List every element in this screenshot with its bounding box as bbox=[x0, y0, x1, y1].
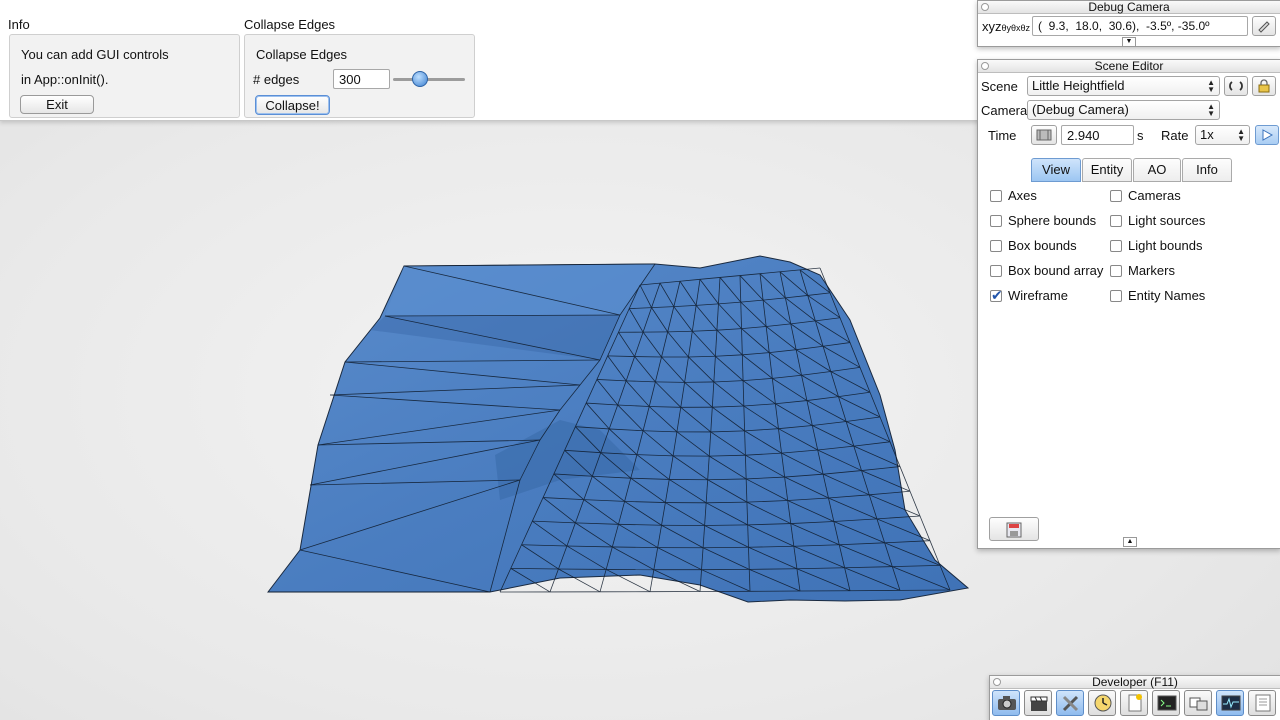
updown-arrow-icon: ▲ ▼ bbox=[1207, 102, 1215, 118]
reset-time-button[interactable] bbox=[1031, 125, 1057, 145]
reload-icon bbox=[1229, 81, 1243, 91]
rate-label: Rate bbox=[1161, 128, 1189, 143]
checkbox-label: Markers bbox=[1128, 263, 1175, 278]
edges-slider-track[interactable] bbox=[393, 78, 465, 81]
checkbox-label: Cameras bbox=[1128, 188, 1181, 203]
tab-view[interactable]: View bbox=[1031, 158, 1081, 182]
tools-button[interactable] bbox=[1056, 690, 1084, 716]
collapse-pane-title: Collapse Edges bbox=[244, 17, 336, 32]
pencil-icon bbox=[1258, 21, 1270, 33]
profiler-button[interactable] bbox=[1216, 690, 1244, 716]
info-pane: You can add GUI controls in App::onInit(… bbox=[9, 34, 240, 118]
tab-entity[interactable]: Entity bbox=[1082, 158, 1132, 182]
tab-info[interactable]: Info bbox=[1182, 158, 1232, 182]
checkbox-cameras[interactable] bbox=[1110, 190, 1122, 202]
time-input[interactable] bbox=[1061, 125, 1134, 145]
scene-dropdown-value: Little Heightfield bbox=[1032, 78, 1125, 93]
collapse-button[interactable]: Collapse! bbox=[255, 95, 330, 115]
debug-camera-titlebar[interactable]: Debug Camera bbox=[978, 1, 1280, 14]
developer-titlebar[interactable]: Developer (F11) bbox=[990, 676, 1280, 689]
clock-icon bbox=[1094, 694, 1112, 712]
console-button[interactable] bbox=[1152, 690, 1180, 716]
close-icon[interactable] bbox=[993, 678, 1001, 686]
info-pane-title: Info bbox=[8, 17, 30, 32]
info-text-line1: You can add GUI controls bbox=[21, 47, 169, 62]
new-file-icon bbox=[1128, 694, 1142, 712]
checkbox-label: Box bound array bbox=[1008, 263, 1104, 278]
checkbox-axes[interactable] bbox=[990, 190, 1002, 202]
close-icon[interactable] bbox=[981, 3, 989, 11]
camera-label: Camera bbox=[981, 103, 1028, 118]
rate-dropdown[interactable]: 1x ▲ ▼ bbox=[1195, 125, 1250, 145]
exit-button[interactable]: Exit bbox=[20, 95, 94, 114]
play-button[interactable] bbox=[1255, 125, 1279, 145]
checkmark-icon: ✔ bbox=[991, 287, 1003, 303]
edit-camera-button[interactable] bbox=[1252, 16, 1276, 36]
camera-icon bbox=[998, 696, 1016, 710]
checkbox-label: Entity Names bbox=[1128, 288, 1206, 303]
checkbox-light-sources[interactable] bbox=[1110, 215, 1122, 227]
updown-arrow-icon: ▲ ▼ bbox=[1207, 78, 1215, 94]
checkbox-sphere-bounds[interactable] bbox=[990, 215, 1002, 227]
film-icon bbox=[1036, 129, 1052, 141]
profiler-icon bbox=[1221, 695, 1241, 711]
edges-slider-knob[interactable] bbox=[411, 71, 428, 87]
debug-camera-window: Debug Camera xyzθyθxθz ▼ bbox=[977, 0, 1280, 47]
new-file-button[interactable] bbox=[1120, 690, 1148, 716]
time-unit: s bbox=[1137, 128, 1144, 143]
checkbox-box-bound-array[interactable] bbox=[990, 265, 1002, 277]
checkbox-markers[interactable] bbox=[1110, 265, 1122, 277]
developer-title: Developer (F11) bbox=[1092, 675, 1178, 689]
xyz-label: xyzθyθxθz bbox=[982, 19, 1031, 34]
collapse-pane: Collapse Edges # edges Collapse! bbox=[244, 34, 475, 118]
collapse-arrow-icon[interactable]: ▲ bbox=[1123, 537, 1137, 547]
camera-button[interactable] bbox=[992, 690, 1020, 716]
info-text-line2: in App::onInit(). bbox=[21, 72, 109, 87]
lock-icon bbox=[1258, 79, 1270, 93]
time-label: Time bbox=[988, 128, 1017, 143]
collapse-inner-title: Collapse Edges bbox=[256, 47, 348, 62]
checkbox-label: Axes bbox=[1008, 188, 1037, 203]
checkbox-label: Sphere bounds bbox=[1008, 213, 1097, 228]
scene-editor-title: Scene Editor bbox=[1094, 59, 1164, 73]
save-icon bbox=[1006, 522, 1022, 538]
document-button[interactable] bbox=[1248, 690, 1276, 716]
document-icon bbox=[1255, 694, 1271, 712]
time-button[interactable] bbox=[1088, 690, 1116, 716]
checkbox-label: Light sources bbox=[1128, 213, 1206, 228]
debug-camera-title: Debug Camera bbox=[1088, 0, 1170, 14]
edges-input[interactable] bbox=[333, 69, 390, 89]
scene-dropdown[interactable]: Little Heightfield ▲ ▼ bbox=[1027, 76, 1220, 96]
checkbox-entity-names[interactable] bbox=[1110, 290, 1122, 302]
windows-button[interactable] bbox=[1184, 690, 1212, 716]
edges-label: # edges bbox=[253, 72, 300, 87]
expand-arrow-icon[interactable]: ▼ bbox=[1122, 37, 1136, 47]
checkbox-wireframe[interactable]: ✔ bbox=[990, 287, 1003, 303]
rate-dropdown-value: 1x bbox=[1200, 127, 1214, 142]
checkbox-label: Box bounds bbox=[1008, 238, 1077, 253]
clapperboard-icon bbox=[1030, 696, 1048, 711]
tab-ao[interactable]: AO bbox=[1133, 158, 1181, 182]
play-icon bbox=[1262, 129, 1274, 141]
lock-button[interactable] bbox=[1252, 76, 1276, 96]
camera-dropdown[interactable]: (Debug Camera) ▲ ▼ bbox=[1027, 100, 1220, 120]
checkbox-label: Wireframe bbox=[1008, 288, 1068, 303]
windows-icon bbox=[1189, 697, 1208, 711]
terminal-icon bbox=[1157, 695, 1177, 711]
camera-coords-input[interactable] bbox=[1032, 16, 1248, 36]
reload-scene-button[interactable] bbox=[1224, 76, 1248, 96]
updown-arrow-icon: ▲ ▼ bbox=[1237, 127, 1245, 143]
camera-dropdown-value: (Debug Camera) bbox=[1032, 102, 1129, 117]
video-button[interactable] bbox=[1024, 690, 1052, 716]
checkbox-box-bounds[interactable] bbox=[990, 240, 1002, 252]
scene-editor-titlebar[interactable]: Scene Editor bbox=[978, 60, 1280, 73]
scene-label: Scene bbox=[981, 79, 1018, 94]
save-scene-button[interactable] bbox=[989, 517, 1039, 541]
checkbox-label: Light bounds bbox=[1128, 238, 1203, 253]
tools-icon bbox=[1062, 695, 1079, 712]
close-icon[interactable] bbox=[981, 62, 989, 70]
scene-editor-window: Scene Editor Scene Little Heightfield ▲ ▼… bbox=[977, 59, 1280, 549]
checkbox-light-bounds[interactable] bbox=[1110, 240, 1122, 252]
